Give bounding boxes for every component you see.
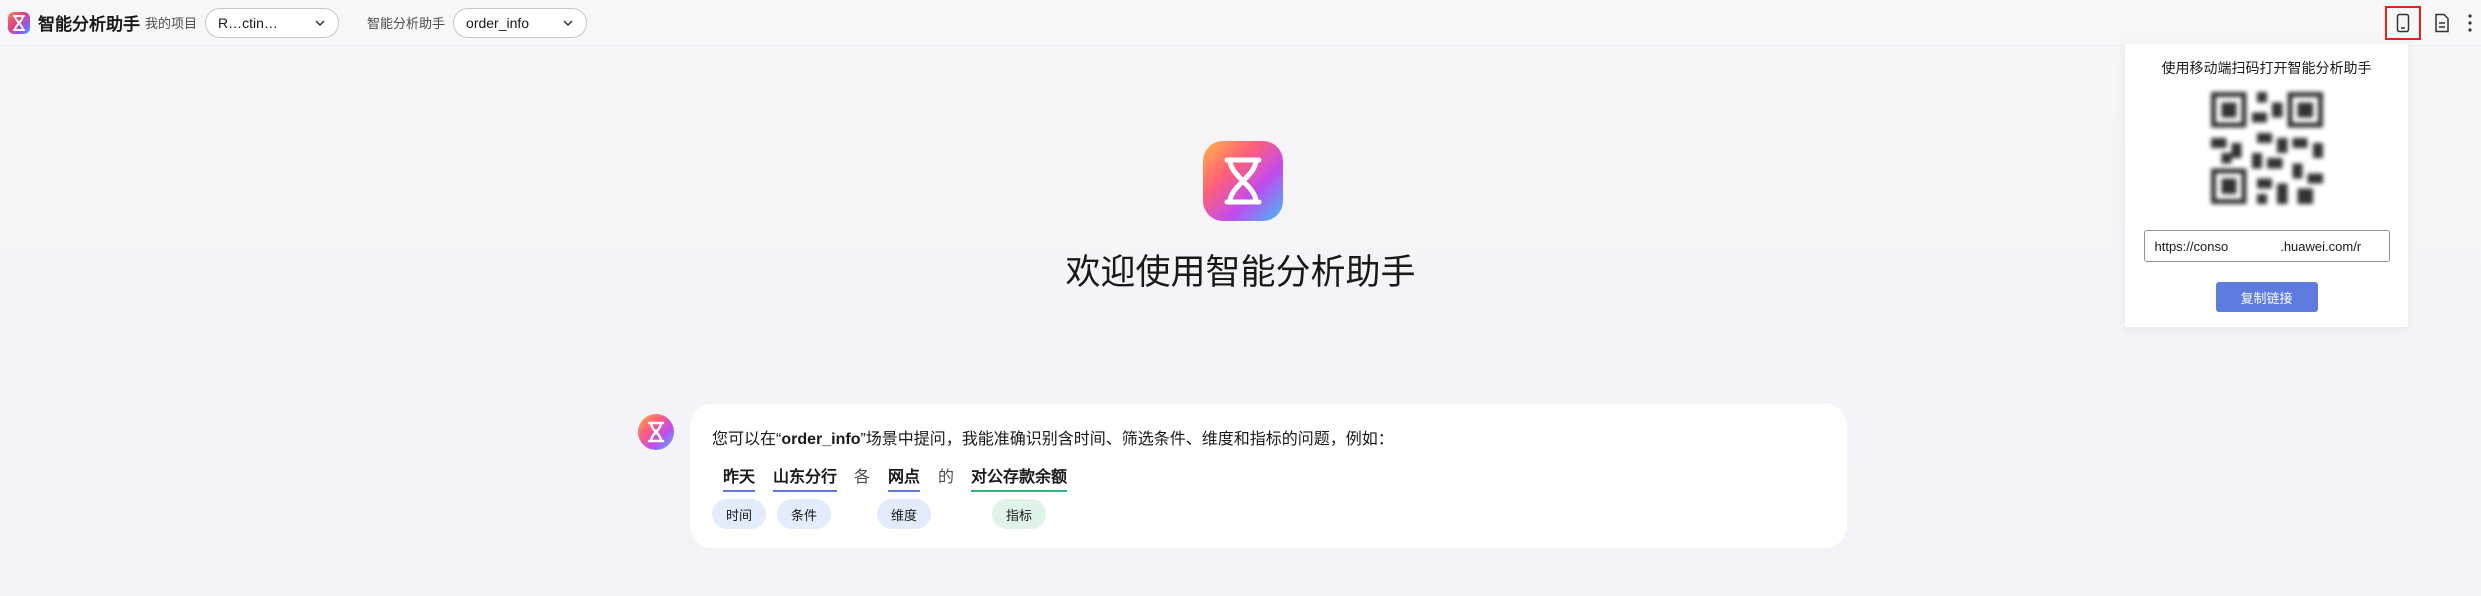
example-condition: 山东分行 xyxy=(773,463,838,492)
assistant-select[interactable]: order_info xyxy=(453,7,588,38)
chevron-down-icon xyxy=(315,19,325,26)
example-each: 各 xyxy=(854,469,871,486)
tag-time: 时间 xyxy=(712,499,766,529)
tag-condition: 条件 xyxy=(777,499,831,529)
popover-title: 使用移动端扫码打开智能分析助手 xyxy=(2161,60,2372,76)
mobile-qr-button[interactable] xyxy=(2385,6,2421,40)
intro-prefix: 您可以在“ xyxy=(712,431,782,448)
document-icon xyxy=(2435,13,2449,33)
project-select[interactable]: R…ctin… xyxy=(205,7,340,38)
header-actions xyxy=(2385,6,2481,40)
assistant-avatar xyxy=(638,414,674,450)
qr-code-image xyxy=(2205,87,2328,209)
intro-scene: order_info xyxy=(781,431,861,448)
hero-logo-icon xyxy=(1203,141,1283,221)
example-of: 的 xyxy=(938,469,955,486)
assistant-message-card: 您可以在“order_info”场景中提问，我能准确识别含时间、筛选条件、维度和… xyxy=(690,404,1847,548)
more-button[interactable] xyxy=(2459,6,2481,40)
assistant-select-value: order_info xyxy=(466,14,530,31)
chevron-down-icon xyxy=(563,19,573,26)
project-label: 我的项目 xyxy=(145,16,198,31)
intro-text: 您可以在“order_info”场景中提问，我能准确识别含时间、筛选条件、维度和… xyxy=(712,425,1394,449)
mobile-phone-icon xyxy=(2396,13,2410,33)
welcome-heading: 欢迎使用智能分析助手 xyxy=(1065,253,1416,292)
top-bar: 智能分析助手 我的项目 R…ctin… 智能分析助手 order_info xyxy=(0,0,2481,46)
example-time: 昨天 xyxy=(723,463,756,492)
app-title: 智能分析助手 xyxy=(38,15,140,34)
assistant-avatar-icon xyxy=(647,421,665,443)
app-logo-icon xyxy=(8,11,30,34)
tag-metric: 指标 xyxy=(992,499,1046,529)
assistant-label: 智能分析助手 xyxy=(367,16,446,31)
example-dimension: 网点 xyxy=(888,463,921,492)
project-select-value: R…ctin… xyxy=(218,14,278,31)
example-metric: 对公存款余额 xyxy=(971,463,1068,492)
tag-dimension: 维度 xyxy=(877,499,931,529)
more-vertical-icon xyxy=(2468,14,2472,32)
intro-suffix: ”场景中提问，我能准确识别含时间、筛选条件、维度和指标的问题，例如： xyxy=(860,431,1394,448)
document-button[interactable] xyxy=(2425,6,2459,40)
